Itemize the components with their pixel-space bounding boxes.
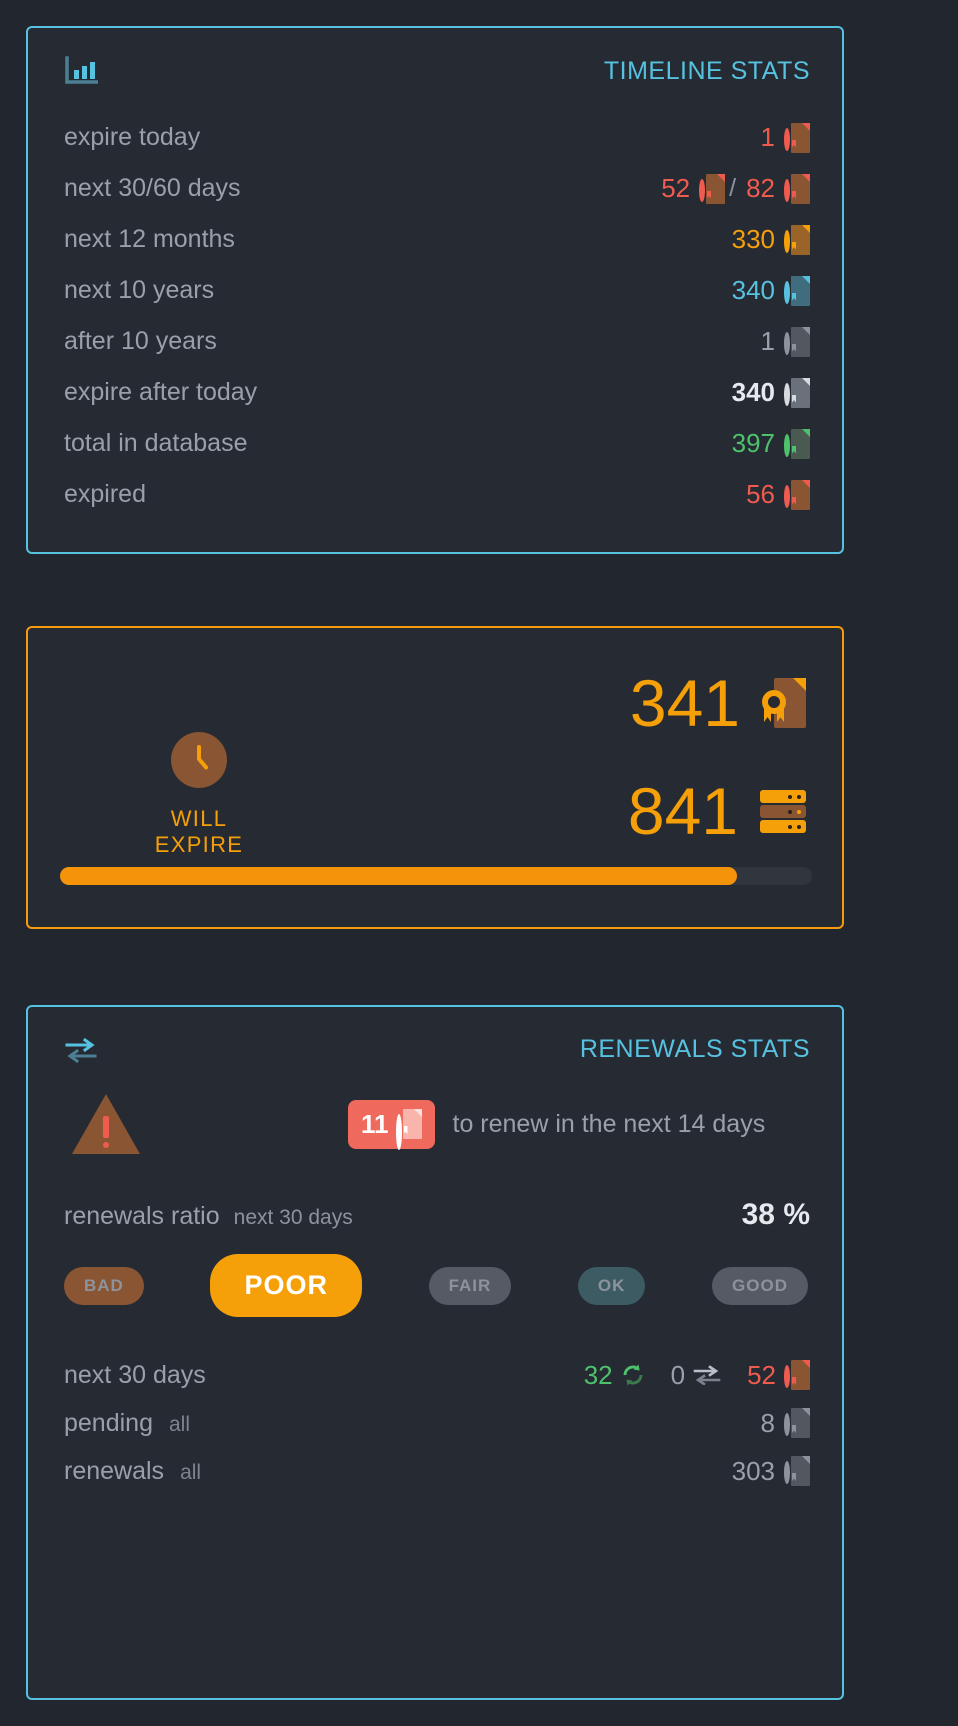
refresh-icon bbox=[621, 1363, 645, 1387]
timeline-row: expire after today 340 bbox=[64, 367, 810, 418]
timeline-stats-card: TIMELINE STATS expire today 1 next 30/60 d… bbox=[26, 26, 844, 554]
certificate-icon bbox=[784, 1408, 810, 1438]
renewals-ratio-row: renewals ratio next 30 days 38 % bbox=[28, 1154, 842, 1232]
renewals-row-value: 8 bbox=[760, 1407, 775, 1438]
certificate-icon bbox=[784, 326, 810, 357]
expiring-records-count: 841 bbox=[627, 774, 738, 848]
timeline-row-value: 1 bbox=[760, 326, 775, 356]
timeline-card-header: TIMELINE STATS bbox=[28, 28, 842, 86]
timeline-row-label: next 12 months bbox=[64, 225, 235, 253]
certificate-icon bbox=[784, 377, 810, 408]
certificate-icon bbox=[699, 173, 726, 204]
rating-pill-poor[interactable]: POOR bbox=[210, 1254, 362, 1317]
dashboard-page: TIMELINE STATS expire today 1 next 30/60 d… bbox=[0, 0, 958, 1726]
timeline-row-label: after 10 years bbox=[64, 327, 217, 355]
rating-pill-bad[interactable]: BAD bbox=[64, 1266, 144, 1305]
renewals-row: pending all 8 bbox=[64, 1399, 810, 1447]
renewals-ratio-sublabel: next 30 days bbox=[233, 1206, 353, 1229]
expire-progress-bar bbox=[60, 867, 812, 885]
renewal-alert: 11 to renew in the next 14 days bbox=[28, 1064, 842, 1154]
renewals-row-label: pending all bbox=[64, 1409, 761, 1438]
timeline-row: total in database 397 bbox=[64, 418, 810, 469]
expiring-certificates-count: 341 bbox=[629, 666, 740, 740]
rating-pill-ok[interactable]: OK bbox=[577, 1266, 646, 1305]
timeline-row: after 10 years 1 bbox=[64, 316, 810, 367]
transferred-count: 0 bbox=[670, 1359, 686, 1390]
certificate-icon bbox=[395, 1109, 422, 1150]
certificate-icon bbox=[784, 122, 810, 153]
certificate-icon bbox=[784, 1360, 810, 1390]
will-expire-card: WILL EXPIRE 341 841 bbox=[26, 626, 844, 929]
renewals-ratio-value: 38 % bbox=[741, 1198, 810, 1231]
renewed-count: 32 bbox=[583, 1359, 613, 1390]
exchange-arrows-icon bbox=[64, 1036, 98, 1064]
timeline-row-value: 56 bbox=[746, 479, 775, 509]
renew-count-badge[interactable]: 11 bbox=[348, 1099, 435, 1150]
transferred-group: 0 bbox=[671, 1360, 721, 1391]
renewals-rating-scale: BAD POOR FAIR OK GOOD bbox=[28, 1232, 842, 1317]
certificate-icon bbox=[784, 173, 810, 204]
renewals-card-title: RENEWALS STATS bbox=[579, 1035, 810, 1063]
rating-pill-good[interactable]: GOOD bbox=[712, 1266, 808, 1305]
timeline-row: expired 56 bbox=[64, 469, 810, 520]
timeline-row-label: next 10 years bbox=[64, 276, 215, 304]
renewals-ratio-label: renewals ratio bbox=[64, 1202, 220, 1230]
renewals-row-label-main: renewals bbox=[64, 1456, 165, 1485]
certificate-icon bbox=[784, 275, 810, 306]
expiring-certificates-stat: 341 bbox=[630, 670, 806, 736]
timeline-row-label: expire today bbox=[64, 123, 201, 151]
next-30-days-label: next 30 days bbox=[64, 1360, 206, 1389]
timeline-row-label: expired bbox=[64, 480, 146, 508]
timeline-row-separator: / bbox=[729, 174, 737, 202]
certificate-icon bbox=[784, 428, 810, 459]
timeline-row-value: 1 bbox=[760, 122, 775, 152]
timeline-rows: expire today 1 next 30/60 days 52 / 82 next 12… bbox=[28, 86, 842, 520]
timeline-row: next 12 months 330 bbox=[64, 214, 810, 265]
timeline-row-label: expire after today bbox=[64, 378, 258, 406]
will-expire-indicator: WILL EXPIRE bbox=[136, 732, 262, 858]
expiring-group: 52 bbox=[747, 1360, 810, 1391]
certificate-icon bbox=[784, 479, 810, 510]
timeline-row: next 30/60 days 52 / 82 bbox=[64, 163, 810, 214]
certificate-icon bbox=[762, 678, 806, 728]
renewals-row-label-sub: all bbox=[180, 1460, 202, 1484]
renewals-stats-card: RENEWALS STATS 11 to renew in the next 1… bbox=[26, 1005, 844, 1700]
renewals-row-label-main: pending bbox=[64, 1408, 153, 1437]
renewals-row-label-sub: all bbox=[168, 1412, 190, 1436]
timeline-row-value-primary: 52 bbox=[661, 173, 691, 203]
timeline-card-title: TIMELINE STATS bbox=[603, 56, 810, 85]
renewals-bottom-rows: next 30 days 32 0 52 pending all 8 renew… bbox=[28, 1317, 842, 1495]
renew-count: 11 bbox=[361, 1108, 389, 1139]
renew-alert-text: to renew in the next 14 days bbox=[452, 1109, 766, 1138]
timeline-row-value: 397 bbox=[731, 428, 775, 458]
rating-pill-fair[interactable]: FAIR bbox=[428, 1266, 512, 1305]
expiring-count: 52 bbox=[747, 1359, 776, 1390]
bar-chart-icon bbox=[64, 56, 99, 86]
next-30-days-values: 32 0 52 bbox=[584, 1360, 810, 1391]
clock-icon bbox=[171, 732, 227, 788]
timeline-row-value: 340 bbox=[731, 275, 775, 305]
renewals-card-header: RENEWALS STATS bbox=[28, 1007, 842, 1064]
renewals-row: renewals all 303 bbox=[64, 1447, 810, 1495]
renewals-row-value: 303 bbox=[731, 1455, 775, 1486]
timeline-row-value: 330 bbox=[731, 224, 775, 254]
server-icon bbox=[760, 788, 806, 834]
timeline-row-value-secondary: 82 bbox=[746, 173, 775, 203]
timeline-row: expire today 1 bbox=[64, 112, 810, 163]
expiring-records-stat: 841 bbox=[628, 778, 806, 844]
timeline-row-label: next 30/60 days bbox=[64, 174, 241, 202]
will-expire-caption: WILL EXPIRE bbox=[154, 806, 244, 857]
expire-progress-fill bbox=[60, 867, 737, 885]
warning-triangle-icon bbox=[72, 1094, 140, 1154]
certificate-icon bbox=[784, 1456, 810, 1486]
swap-icon bbox=[693, 1365, 721, 1386]
certificate-icon bbox=[784, 224, 810, 255]
renewals-row-label: renewals all bbox=[64, 1457, 732, 1486]
next-30-days-row: next 30 days 32 0 52 bbox=[64, 1351, 810, 1399]
timeline-row-label: total in database bbox=[64, 429, 248, 457]
timeline-row: next 10 years 340 bbox=[64, 265, 810, 316]
renewed-group: 32 bbox=[584, 1360, 645, 1391]
timeline-row-value: 340 bbox=[731, 377, 775, 407]
